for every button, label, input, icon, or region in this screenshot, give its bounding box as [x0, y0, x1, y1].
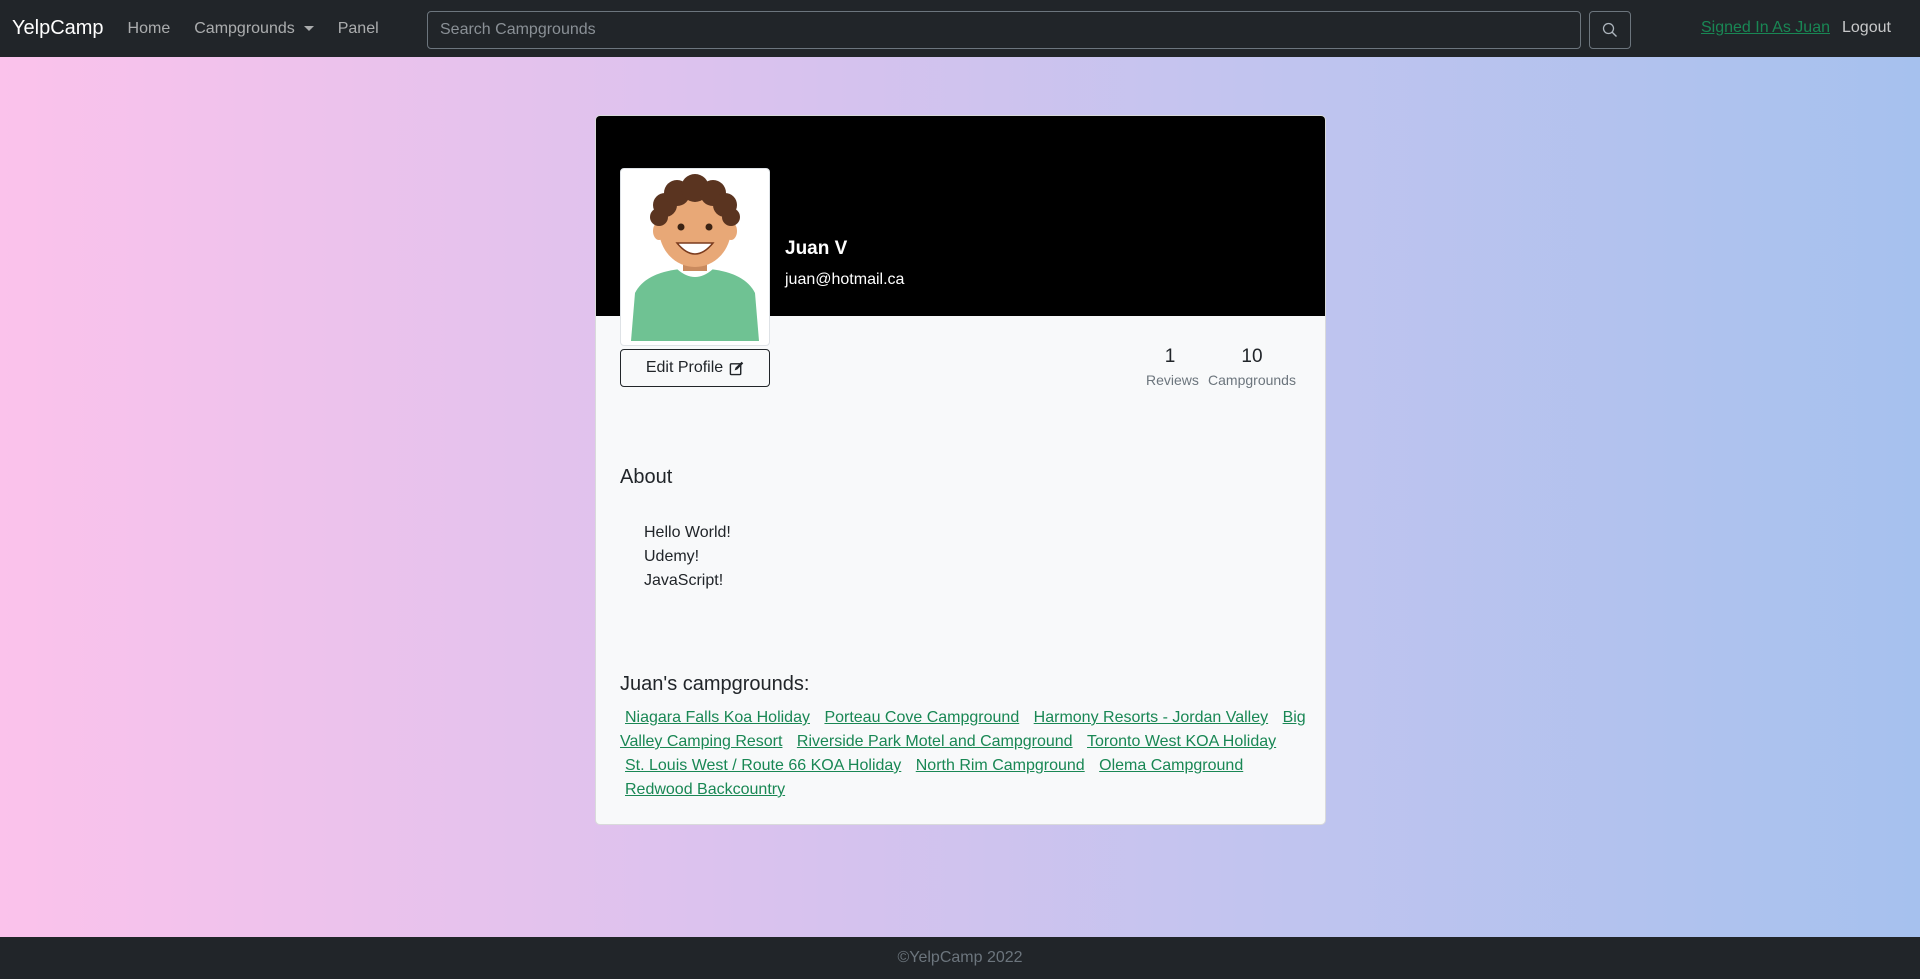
reviews-stat: 1 Reviews: [1146, 346, 1199, 388]
about-line: Hello World!: [644, 524, 731, 541]
campground-link[interactable]: Harmony Resorts - Jordan Valley: [1034, 709, 1268, 726]
campgrounds-label: Campgrounds: [1208, 372, 1296, 388]
avatar: [620, 168, 770, 346]
campground-link[interactable]: Porteau Cove Campground: [824, 709, 1019, 726]
edit-profile-button[interactable]: Edit Profile: [620, 349, 770, 387]
nav-panel[interactable]: Panel: [338, 20, 379, 38]
brand-link[interactable]: YelpCamp: [12, 17, 104, 40]
campgrounds-heading: Juan's campgrounds:: [620, 673, 810, 695]
search-button[interactable]: [1589, 11, 1631, 49]
campground-link[interactable]: Olema Campground: [1099, 757, 1243, 774]
about-list: Hello World! Udemy! JavaScript!: [644, 521, 731, 593]
campground-link[interactable]: St. Louis West / Route 66 KOA Holiday: [625, 757, 901, 774]
reviews-label: Reviews: [1146, 372, 1199, 388]
nav-home[interactable]: Home: [128, 20, 171, 38]
pencil-square-icon: [729, 361, 744, 375]
footer: ©YelpCamp 2022: [0, 937, 1920, 979]
nav-campgrounds-dropdown[interactable]: Campgrounds: [194, 20, 314, 38]
nav-campgrounds-label: Campgrounds: [194, 19, 295, 37]
about-line: Udemy!: [644, 548, 700, 565]
search-input[interactable]: [427, 11, 1581, 49]
reviews-count: 1: [1164, 346, 1176, 367]
profile-card: Juan V juan@hotmail.ca Edit Profile 1 Re…: [595, 115, 1326, 825]
campgrounds-stat: 10 Campgrounds: [1204, 346, 1300, 388]
search-icon: [1602, 22, 1617, 37]
caret-down-icon: [303, 26, 314, 31]
signed-in-link[interactable]: Signed In As Juan: [1701, 19, 1830, 37]
profile-name: Juan V: [785, 238, 848, 259]
campground-link[interactable]: North Rim Campground: [916, 757, 1085, 774]
about-heading: About: [620, 466, 673, 488]
campground-link[interactable]: Riverside Park Motel and Campground: [797, 733, 1073, 750]
logout-link[interactable]: Logout: [1842, 19, 1891, 37]
campground-link[interactable]: Niagara Falls Koa Holiday: [625, 709, 810, 726]
campground-link[interactable]: Redwood Backcountry: [625, 781, 785, 798]
campground-link[interactable]: Toronto West KOA Holiday: [1087, 733, 1276, 750]
campgrounds-count: 10: [1241, 346, 1263, 367]
profile-email: juan@hotmail.ca: [785, 271, 905, 288]
campgrounds-link-list: Niagara Falls Koa Holiday Porteau Cove C…: [620, 706, 1310, 802]
footer-copyright: ©YelpCamp 2022: [897, 949, 1023, 966]
avatar-illustration: [631, 174, 759, 341]
edit-profile-label: Edit Profile: [645, 359, 724, 376]
about-line: JavaScript!: [644, 572, 724, 589]
